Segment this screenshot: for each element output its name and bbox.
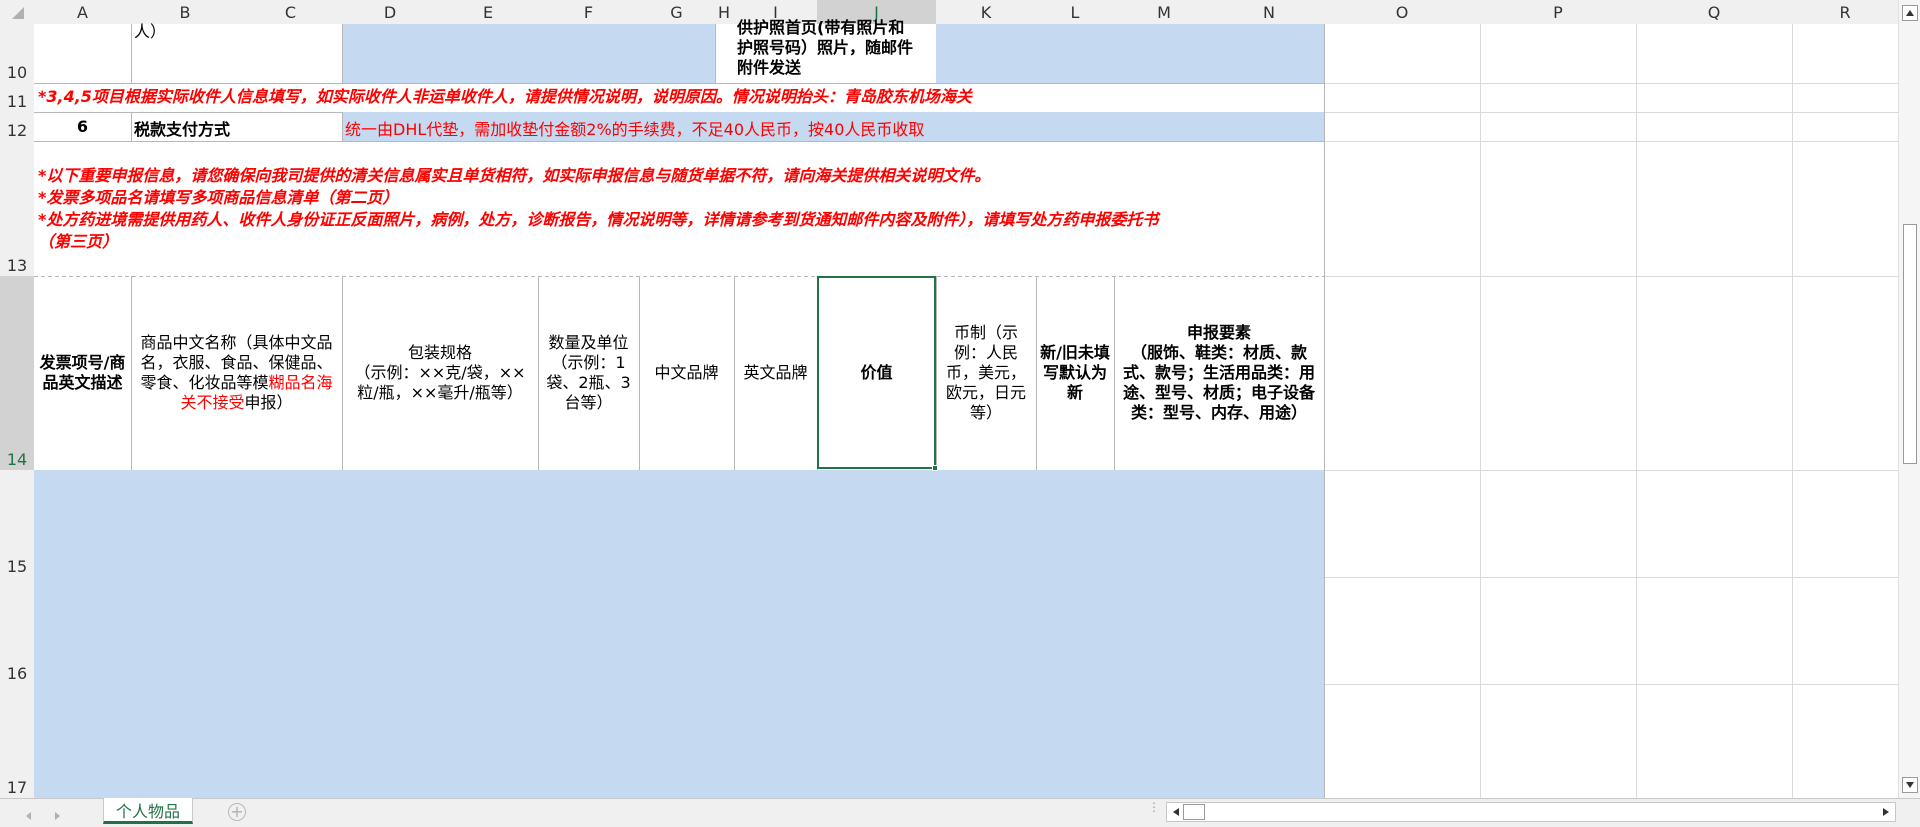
column-header-r[interactable]: R	[1792, 0, 1898, 24]
hdr-b14-tail: 申报）	[244, 392, 293, 412]
cell-d12-value[interactable]: 统一由DHL代垫，需加收垫付金额2%的手续费，不足40人民币，按40人民币收取	[345, 116, 924, 140]
hdr-j14-text: 价值	[860, 362, 893, 382]
vertical-scroll-thumb[interactable]	[1903, 224, 1917, 464]
select-all-corner[interactable]	[0, 0, 34, 24]
fill-row10-d-h	[343, 24, 715, 83]
hdr-d14-line1: 包装规格	[407, 342, 472, 362]
cell-i10-line2: 护照号码）照片，随邮件	[737, 38, 914, 57]
hdr-m14-declaration[interactable]: 申报要素 （服饰、鞋类：材质、款式、款号；生活用品类：用途、型号、材质；电子设备…	[1114, 276, 1324, 469]
fill-rows-15-17[interactable]	[34, 470, 1324, 798]
column-header-d[interactable]: D	[342, 0, 438, 24]
hdr-a14-invoice-item[interactable]: 发票项号/商品英文描述	[34, 276, 131, 469]
hdr-m14-line1: 申报要素	[1186, 322, 1251, 342]
column-header-l[interactable]: L	[1036, 0, 1114, 24]
note-row13-line3: *处方药进境需提供用药人、收件人身份证正反面照片，病例，处方，诊断报告，情况说明…	[38, 210, 1159, 229]
horizontal-scroll-thumb[interactable]	[1183, 804, 1205, 820]
column-header-h[interactable]: H	[714, 0, 734, 24]
note-row11[interactable]: *3,4,5项目根据实际收件人信息填写，如实际收件人非运单收件人，请提供情况说明…	[38, 86, 972, 108]
row-header-11[interactable]: 11	[0, 83, 34, 112]
hdr-g14-cn-brand[interactable]: 中文品牌	[639, 276, 734, 469]
column-header-g[interactable]: G	[639, 0, 714, 24]
row-header-16[interactable]: 16	[0, 577, 34, 684]
hdr-k14-text: 币制（示例：人民币，美元，欧元，日元等）	[945, 322, 1026, 422]
tab-scroll-left-icon[interactable]	[24, 807, 34, 820]
hdr-a14-text: 发票项号/商品英文描述	[39, 352, 126, 392]
scroll-down-icon[interactable]	[1902, 777, 1918, 793]
hdr-d14-packaging[interactable]: 包装规格 （示例：××克/袋，××粒/瓶，××毫升/瓶等）	[342, 276, 538, 469]
column-header-p[interactable]: P	[1480, 0, 1636, 24]
hdr-h14-text: 英文品牌	[743, 362, 808, 382]
row-header-12[interactable]: 12	[0, 112, 34, 141]
scroll-up-icon[interactable]	[1902, 5, 1918, 21]
hdr-m14-rest: （服饰、鞋类：材质、款式、款号；生活用品类：用途、型号、材质；电子设备类：型号、…	[1122, 342, 1315, 422]
hdr-k14-currency[interactable]: 币制（示例：人民币，美元，欧元，日元等）	[936, 276, 1036, 469]
cell-b10[interactable]: 人）	[134, 18, 334, 41]
split-handle-icon[interactable]: ⋮	[1148, 801, 1160, 822]
cell-a12-num[interactable]: 6	[34, 113, 131, 141]
cell-b12-label[interactable]: 税款支付方式	[134, 116, 230, 140]
cell-i10-line3: 附件发送	[737, 58, 802, 77]
column-header-e[interactable]: E	[438, 0, 538, 24]
vertical-scrollbar[interactable]	[1898, 0, 1920, 798]
column-header-n[interactable]: N	[1214, 0, 1324, 24]
tab-scroll-right-icon[interactable]	[52, 807, 62, 820]
row-header-17[interactable]: 17	[0, 684, 34, 798]
column-header-q[interactable]: Q	[1636, 0, 1792, 24]
hdr-f14-text: 数量及单位（示例：1袋、2瓶、3台等）	[546, 332, 631, 412]
column-header-a[interactable]: A	[34, 0, 131, 24]
row-header-15[interactable]: 15	[0, 470, 34, 577]
column-header-o[interactable]: O	[1324, 0, 1480, 24]
column-header-m[interactable]: M	[1114, 0, 1214, 24]
sheet-tab-label: 个人物品	[115, 801, 180, 821]
cell-i10[interactable]: 供护照首页(带有照片和 护照号码）照片，随邮件 附件发送	[737, 18, 937, 78]
hdr-g14-text: 中文品牌	[654, 362, 719, 382]
hdr-b14-text: 商品中文名称（具体中文品名，衣服、食品、保健品、零食、化妆品等模糊品名海关不接受…	[134, 333, 339, 413]
note-row13-line2: *发票多项品名请填写多项商品信息清单（第二页）	[38, 188, 399, 207]
add-sheet-icon[interactable]: +	[228, 803, 246, 821]
fill-row10-k-n	[936, 24, 1324, 83]
row-header-14[interactable]: 14	[0, 276, 34, 470]
column-header-k[interactable]: K	[936, 0, 1036, 24]
hdr-l14-new-old[interactable]: 新/旧未填写默认为新	[1036, 276, 1114, 469]
hdr-l14-text: 新/旧未填写默认为新	[1040, 342, 1110, 402]
sheet-tab-active[interactable]: 个人物品	[103, 798, 193, 824]
hdr-f14-quantity[interactable]: 数量及单位（示例：1袋、2瓶、3台等）	[538, 276, 639, 469]
hscroll-left-icon[interactable]	[1169, 805, 1183, 819]
row-header-13[interactable]: 13	[0, 141, 34, 276]
note-row13-line4: （第三页）	[38, 232, 119, 251]
hdr-j14-value-selected[interactable]: 价值	[817, 276, 936, 469]
hdr-b14-product-name[interactable]: 商品中文名称（具体中文品名，衣服、食品、保健品、零食、化妆品等模糊品名海关不接受…	[131, 276, 342, 469]
cell-i10-line1: 供护照首页(带有照片和	[737, 18, 905, 37]
horizontal-scrollbar[interactable]	[1166, 802, 1896, 822]
hdr-h14-en-brand[interactable]: 英文品牌	[734, 276, 817, 469]
column-header-f[interactable]: F	[538, 0, 639, 24]
hscroll-right-icon[interactable]	[1879, 805, 1893, 819]
note-row13-line1: *以下重要申报信息，请您确保向我司提供的清关信息属实且单货相符，如实际申报信息与…	[38, 166, 991, 185]
row-header-10[interactable]: 10	[0, 24, 34, 83]
sheet-tab-bar: 个人物品 + ⋮	[0, 798, 1920, 827]
note-row13[interactable]: *以下重要申报信息，请您确保向我司提供的清关信息属实且单货相符，如实际申报信息与…	[38, 165, 1158, 253]
hdr-d14-line2: （示例：××克/袋，××粒/瓶，××毫升/瓶等）	[354, 362, 526, 402]
